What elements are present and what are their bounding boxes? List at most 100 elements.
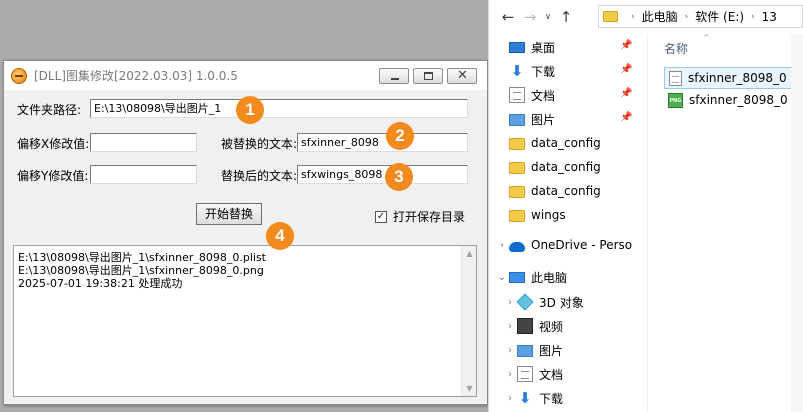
replacement-text-input[interactable]: sfxwings_8098	[297, 165, 468, 184]
replacement-text-label: 替换后的文本:	[221, 169, 298, 183]
onedrive-icon	[509, 241, 525, 252]
chevron-right-icon[interactable]: ›	[503, 345, 517, 356]
chevron-right-icon[interactable]: ›	[495, 240, 509, 251]
nav-item-3d-objects[interactable]: › 3D 对象	[497, 290, 655, 314]
file-explorer-window: ← → ∨ ↑ › 此电脑 › 软件 (E:) › 13 桌面 📌 ⬇ 下载 📌…	[488, 0, 803, 412]
document-icon	[517, 366, 533, 382]
replaced-text-input[interactable]: sfxinner_8098	[297, 133, 468, 152]
nav-item-label: 视频	[539, 319, 564, 334]
close-button[interactable]: ✕	[447, 68, 477, 84]
back-arrow-icon[interactable]: ←	[497, 8, 519, 26]
recent-dropdown-icon[interactable]: ∨	[541, 12, 555, 22]
open-save-dir-option[interactable]: ✓ 打开保存目录	[375, 208, 465, 225]
offset-x-input[interactable]	[90, 133, 197, 152]
title-bar[interactable]: [DLL]图集修改[2022.03.03] 1.0.0.5 ✕	[4, 61, 487, 90]
step-badge-1: 1	[236, 96, 264, 124]
navigation-pane: 桌面 📌 ⬇ 下载 📌 文档 📌 图片 📌 data_config data_c…	[489, 34, 647, 412]
folder-icon	[603, 11, 618, 22]
atlas-modify-window: [DLL]图集修改[2022.03.03] 1.0.0.5 ✕ 文件夹路径: E…	[3, 60, 488, 405]
sort-arrow-icon: ^	[703, 33, 710, 42]
scroll-down-icon[interactable]: ▼	[462, 381, 477, 396]
file-item-png[interactable]: PNG sfxinner_8098_0	[664, 89, 794, 111]
pin-icon: 📌	[620, 88, 633, 99]
scroll-up-icon[interactable]: ▲	[462, 246, 477, 261]
forward-arrow-icon[interactable]: →	[519, 8, 541, 26]
nav-item-onedrive[interactable]: › OneDrive - Perso	[489, 233, 647, 257]
nav-item-label: 图片	[531, 112, 556, 127]
address-bar[interactable]: › 此电脑 › 软件 (E:) › 13	[598, 5, 803, 28]
picture-icon	[517, 345, 533, 357]
nav-item-label: 图片	[539, 343, 564, 358]
chevron-down-icon[interactable]: ⌄	[495, 272, 509, 283]
nav-item-pictures[interactable]: › 图片	[497, 338, 655, 362]
folder-icon	[509, 162, 525, 174]
video-icon	[517, 318, 533, 334]
log-output[interactable]: E:\13\08098\导出图片_1\sfxinner_8098_0.plist…	[13, 245, 477, 397]
download-icon: ⬇	[518, 389, 532, 407]
folder-path-label: 文件夹路径:	[17, 103, 82, 117]
offset-x-label: 偏移X修改值:	[17, 137, 90, 151]
nav-item-label: data_config	[531, 136, 601, 150]
nav-item-label: wings	[531, 208, 566, 222]
start-replace-button[interactable]: 开始替换	[196, 203, 262, 225]
breadcrumb-this-pc[interactable]: 此电脑	[642, 8, 678, 25]
breadcrumb-folder-13[interactable]: 13	[762, 10, 777, 24]
log-line: 2025-07-01 19:38:21 处理成功	[18, 277, 183, 290]
chevron-right-icon[interactable]: ›	[503, 321, 517, 332]
folder-icon	[509, 186, 525, 198]
folder-icon	[509, 210, 525, 222]
up-arrow-icon[interactable]: ↑	[555, 8, 577, 26]
close-icon: ✕	[457, 68, 468, 83]
nav-item-data-config[interactable]: data_config	[489, 179, 647, 203]
chevron-right-icon[interactable]: ›	[503, 393, 517, 404]
chevron-right-icon[interactable]: ›	[631, 12, 635, 22]
offset-y-label: 偏移Y修改值:	[17, 169, 89, 183]
chevron-right-icon[interactable]: ›	[503, 297, 517, 308]
pin-icon: 📌	[620, 64, 633, 75]
maximize-button[interactable]	[413, 68, 443, 84]
chevron-right-icon[interactable]: ›	[751, 12, 755, 22]
pin-icon: 📌	[620, 112, 633, 123]
nav-item-data-config[interactable]: data_config	[489, 155, 647, 179]
name-column-header[interactable]: 名称	[664, 40, 688, 57]
nav-item-label: 3D 对象	[539, 295, 584, 310]
minimize-icon	[391, 78, 399, 80]
nav-item-label: data_config	[531, 160, 601, 174]
offset-y-input[interactable]	[90, 165, 197, 184]
step-badge-3: 3	[385, 163, 413, 191]
file-item-plist[interactable]: sfxinner_8098_0	[664, 67, 794, 89]
log-line: E:\13\08098\导出图片_1\sfxinner_8098_0.png	[18, 264, 264, 277]
computer-icon	[509, 272, 525, 283]
step-badge-4: 4	[266, 222, 294, 250]
document-icon	[509, 87, 525, 103]
log-scrollbar[interactable]: ▲ ▼	[461, 246, 476, 396]
nav-item-label: 下载	[531, 64, 556, 79]
file-icon	[669, 70, 682, 86]
pin-icon: 📌	[620, 40, 633, 51]
nav-item-this-pc[interactable]: ⌄ 此电脑	[489, 265, 647, 289]
3d-objects-icon	[516, 293, 534, 311]
content-scrollbar[interactable]	[791, 34, 803, 412]
nav-item-videos[interactable]: › 视频	[497, 314, 655, 338]
file-name: sfxinner_8098_0	[688, 71, 787, 85]
nav-item-wings[interactable]: wings	[489, 203, 647, 227]
picture-icon	[509, 114, 525, 126]
desktop-icon	[509, 42, 525, 53]
app-icon	[11, 67, 27, 84]
nav-item-data-config[interactable]: data_config	[489, 131, 647, 155]
log-line: E:\13\08098\导出图片_1\sfxinner_8098_0.plist	[18, 251, 266, 264]
replaced-text-label: 被替换的文本:	[221, 137, 298, 151]
breadcrumb-drive-e[interactable]: 软件 (E:)	[695, 8, 744, 25]
pane-divider[interactable]	[647, 34, 648, 412]
nav-item-label: data_config	[531, 184, 601, 198]
png-file-icon: PNG	[668, 92, 683, 108]
open-save-dir-checkbox[interactable]: ✓	[375, 210, 387, 223]
nav-item-downloads[interactable]: › ⬇ 下载	[497, 386, 655, 410]
folder-path-input[interactable]: E:\13\08098\导出图片_1	[90, 99, 468, 118]
step-badge-2: 2	[386, 122, 414, 150]
nav-item-documents[interactable]: › 文档	[497, 362, 655, 386]
minimize-button[interactable]	[379, 68, 409, 84]
nav-item-label: 文档	[539, 367, 564, 382]
chevron-right-icon[interactable]: ›	[503, 369, 517, 380]
chevron-right-icon[interactable]: ›	[685, 12, 689, 22]
